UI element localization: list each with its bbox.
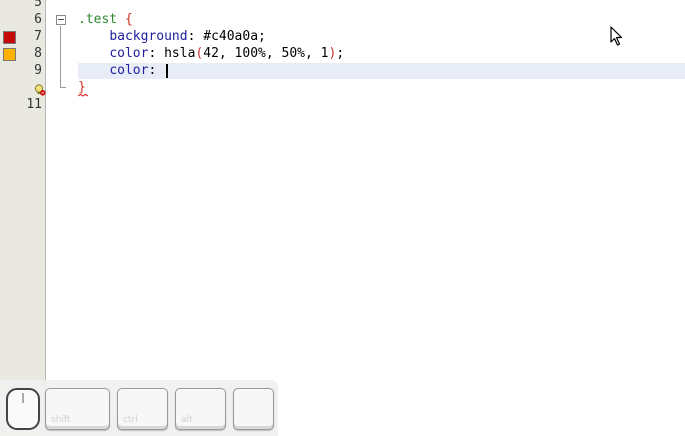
- error-squiggle: [78, 94, 88, 97]
- line-number-7: 7: [34, 29, 42, 44]
- hsla-function: hsla: [164, 46, 196, 61]
- line-number-11: 11: [26, 97, 42, 112]
- text-caret: [166, 64, 168, 78]
- hsla-args: 42, 100%, 50%, 1: [203, 46, 329, 61]
- line-number-9: 9: [34, 63, 42, 78]
- colon: :: [148, 63, 157, 78]
- property-background: background: [109, 29, 188, 44]
- mouse-icon: [6, 388, 40, 430]
- ctrl-key-label: ctrl: [123, 415, 138, 425]
- code-line-7[interactable]: background: #c40a0a;: [78, 29, 266, 45]
- line-number-8: 8: [34, 46, 42, 61]
- property-color: color: [109, 46, 149, 61]
- property-color-incomplete: color: [109, 63, 149, 78]
- color-swatch-red[interactable]: [3, 31, 16, 44]
- value-background: #c40a0a;: [203, 29, 266, 44]
- blank-key: [233, 388, 274, 430]
- lightbulb-error-icon[interactable]: [34, 84, 46, 96]
- fold-collapse-icon[interactable]: [56, 15, 66, 25]
- semicolon: ;: [336, 46, 345, 61]
- close-brace: }: [78, 80, 86, 95]
- code-line-9[interactable]: color:: [78, 63, 156, 79]
- fold-guide-line: [60, 26, 61, 88]
- line-number-6: 6: [34, 12, 42, 27]
- current-line-highlight: [78, 63, 685, 79]
- ctrl-key: ctrl: [117, 388, 168, 430]
- css-selector: .test: [78, 12, 118, 27]
- code-line-6[interactable]: .test {: [78, 12, 133, 28]
- shift-key-label: shift: [51, 415, 71, 425]
- line-number-5: 5: [34, 0, 42, 10]
- color-swatch-orange[interactable]: [3, 48, 16, 61]
- shift-key: shift: [45, 388, 110, 430]
- colon: :: [148, 46, 157, 61]
- open-brace: {: [124, 12, 133, 27]
- fold-guide-end: [60, 87, 66, 88]
- mouse-pointer-icon: [610, 26, 623, 46]
- alt-key: alt: [175, 388, 226, 430]
- code-line-8[interactable]: color: hsla(42, 100%, 50%, 1);: [78, 46, 344, 62]
- colon: :: [187, 29, 196, 44]
- keystroke-overlay: shift ctrl alt: [0, 380, 278, 436]
- alt-key-label: alt: [181, 415, 193, 425]
